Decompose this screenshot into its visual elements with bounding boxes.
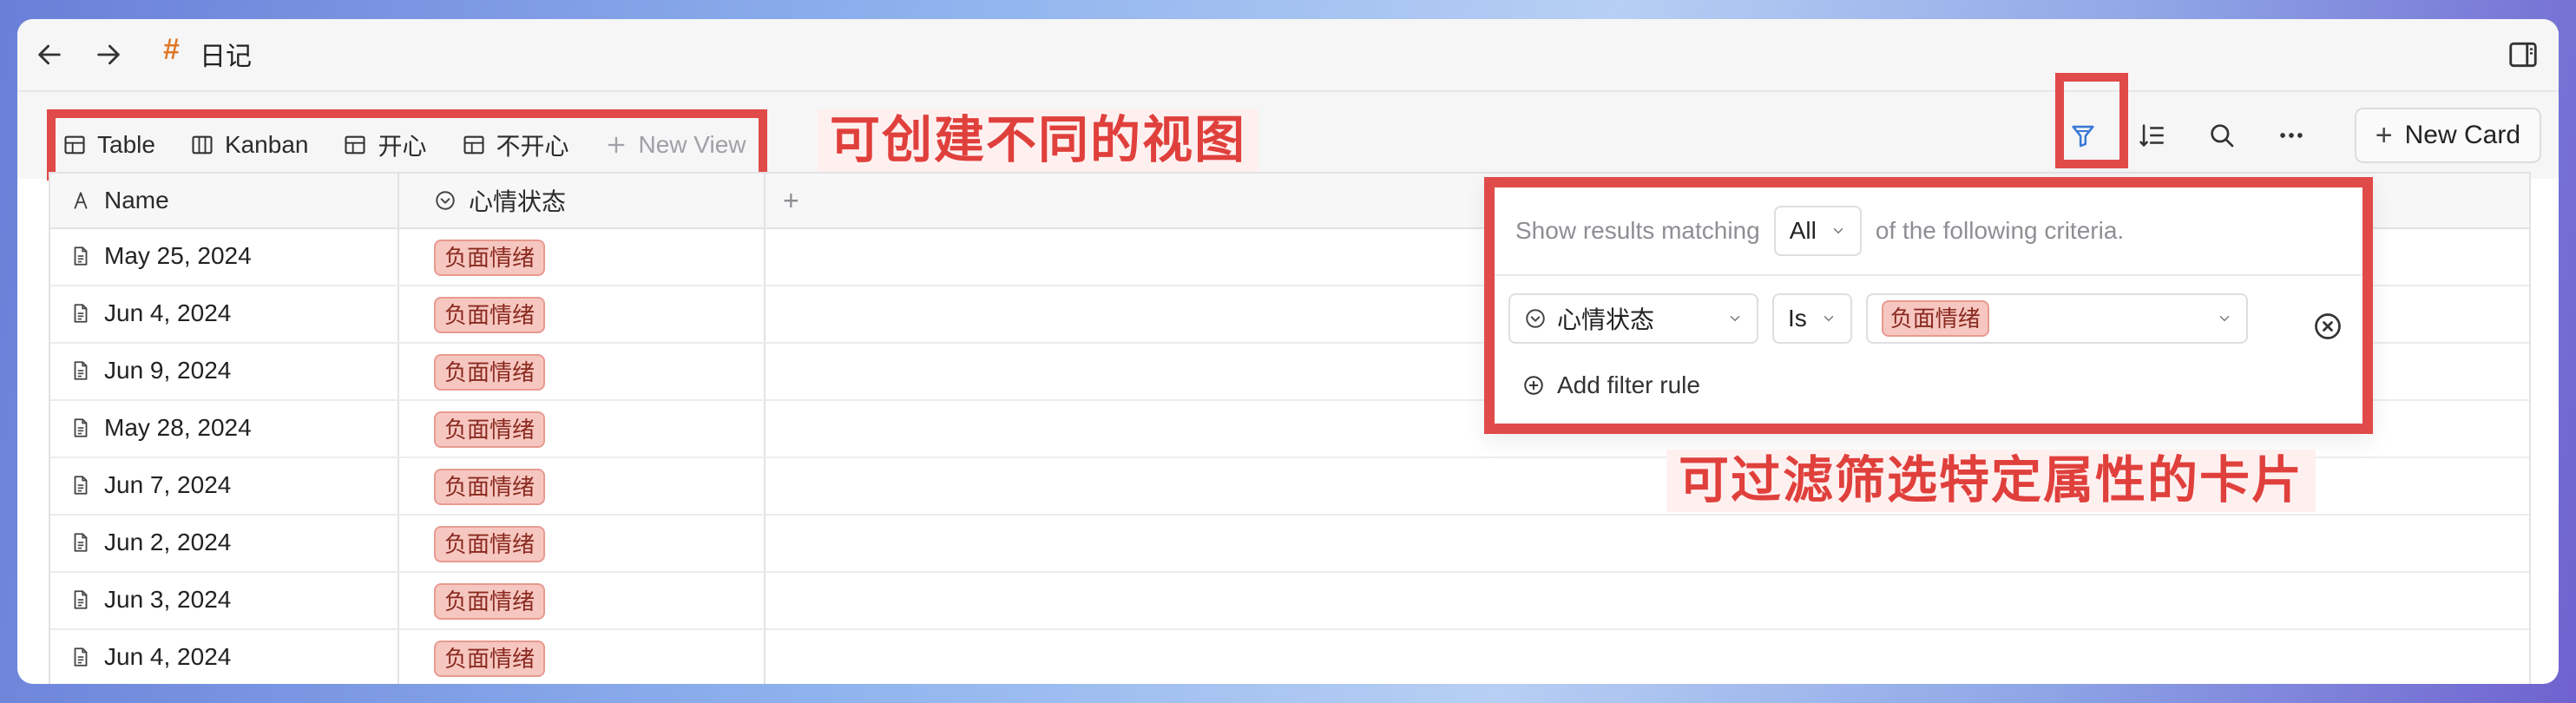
filter-rule: 心情状态 Is 负面情绪 [1508,293,2248,344]
select-type-icon [1526,309,1545,328]
filter-match-row: Show results matching All of the followi… [1515,205,2124,257]
table-row[interactable]: Jun 2, 2024 负面情绪 [50,514,2529,573]
new-view-label: New View [638,131,746,158]
new-card-button[interactable]: + New Card [2354,108,2541,163]
filter-suffix-text: of the following criteria. [1875,217,2125,244]
column-header-mood[interactable]: 心情状态 [434,174,566,227]
app-window: # 日记 Table Kanban 开心 不开心 New View 可创建不同的… [17,19,2559,684]
annotation-filter-highlight [2055,73,2128,168]
plus-icon [608,136,624,154]
mood-tag: 负面情绪 [1881,300,1989,337]
view-tab-label: 开心 [378,133,427,160]
document-icon [74,361,88,380]
mood-tag[interactable]: 负面情绪 [434,526,546,562]
row-name-cell[interactable]: Jun 4, 2024 [69,285,231,342]
title-bar: # 日记 [17,19,2559,92]
more-dots-icon [2280,133,2303,138]
view-tabs: Table Kanban 开心 不开心 New View [47,109,767,181]
select-type-icon [436,191,455,210]
document-icon [74,533,88,552]
view-tab-kanban[interactable]: Kanban [190,131,309,159]
sort-button[interactable] [2126,109,2178,161]
row-name-cell[interactable]: Jun 2, 2024 [69,514,231,571]
document-icon [74,246,88,266]
document-icon [74,647,88,667]
mood-tag[interactable]: 负面情绪 [434,297,546,333]
sort-icon [2139,124,2164,148]
filter-popover: Show results matching All of the followi… [1484,177,2373,434]
mood-tag[interactable]: 负面情绪 [434,583,546,620]
view-tab-label: 不开心 [496,133,569,160]
chevron-down-icon [1730,316,1740,322]
table-icon [345,135,366,154]
plus-circle-icon [1524,376,1543,395]
view-tab-happy[interactable]: 开心 [343,128,427,162]
new-card-label: New Card [2404,121,2520,149]
sidebar-panel-icon [2509,42,2537,68]
hash-icon: # [163,33,180,66]
more-button[interactable] [2265,109,2317,161]
row-name-cell[interactable]: May 28, 2024 [69,399,252,457]
text-type-icon [74,192,88,209]
rule-operator-select[interactable]: Is [1772,293,1852,344]
add-filter-rule-button[interactable]: Add filter rule [1522,371,1700,399]
annotation-filter: 可过滤筛选特定属性的卡片 [1666,450,2316,512]
page-title: 日记 [200,43,252,71]
document-icon [74,304,88,323]
mood-tag[interactable]: 负面情绪 [434,411,546,448]
column-header-name[interactable]: Name [69,174,169,227]
table-row[interactable]: Jun 3, 2024 负面情绪 [50,571,2529,630]
back-button[interactable] [30,35,69,75]
view-toolbar: Table Kanban 开心 不开心 New View 可创建不同的视图 + … [17,92,2559,181]
document-icon [74,476,88,495]
mood-tag[interactable]: 负面情绪 [434,240,546,276]
document-icon [74,590,88,609]
plus-icon: + [2375,118,2393,152]
row-name-cell[interactable]: Jun 3, 2024 [69,571,231,628]
mood-tag[interactable]: 负面情绪 [434,641,546,677]
mood-tag[interactable]: 负面情绪 [434,354,546,391]
chevron-down-icon [1824,316,1834,322]
chevron-down-icon [2219,316,2230,322]
view-tab-label: Table [97,131,155,158]
arrow-right-icon [97,44,120,65]
chevron-down-icon [1833,228,1843,234]
rule-property-select[interactable]: 心情状态 [1508,293,1758,344]
kanban-icon [192,135,213,154]
divider [1495,274,2362,276]
search-button[interactable] [2196,109,2248,161]
view-tab-unhappy[interactable]: 不开心 [462,128,569,162]
row-name-cell[interactable]: Jun 4, 2024 [69,628,231,684]
view-tab-label: Kanban [224,131,309,158]
annotation-views: 可创建不同的视图 [818,109,1259,172]
document-icon [74,418,88,437]
row-name-cell[interactable]: Jun 7, 2024 [69,457,231,514]
arrow-left-icon [38,44,61,65]
rule-value-select[interactable]: 负面情绪 [1865,293,2248,344]
toggle-sidebar-button[interactable] [2503,35,2543,75]
match-select[interactable]: All [1773,206,1862,256]
forward-button[interactable] [89,35,128,75]
remove-rule-icon[interactable] [2312,311,2343,342]
view-tab-table[interactable]: Table [62,131,155,159]
add-column-button[interactable]: + [783,174,799,227]
row-name-cell[interactable]: May 25, 2024 [69,227,252,285]
table-row[interactable]: Jun 4, 2024 负面情绪 [50,628,2529,684]
table-icon [463,135,484,154]
filter-prefix-text: Show results matching [1515,217,1760,244]
search-icon [2211,124,2234,148]
table-icon [64,135,85,154]
row-name-cell[interactable]: Jun 9, 2024 [69,342,231,399]
new-view-button[interactable]: New View [604,131,746,159]
mood-tag[interactable]: 负面情绪 [434,469,546,505]
